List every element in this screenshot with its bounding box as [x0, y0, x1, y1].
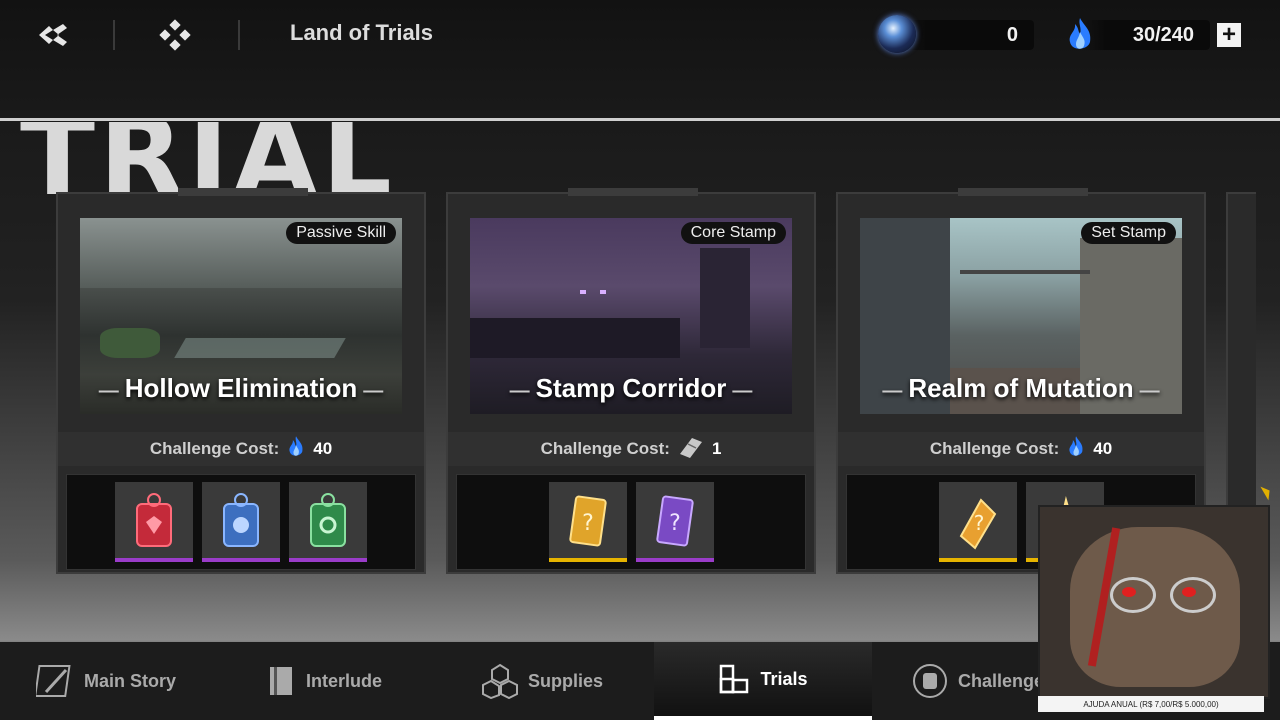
challenge-cost-label: Challenge Cost:	[929, 439, 1060, 458]
challenge-cost: Challenge Cost: 1	[448, 432, 814, 466]
reward-list: ? ?	[456, 474, 806, 570]
challenge-cost-value: 40	[313, 439, 333, 458]
tab-label: Interlude	[306, 670, 383, 691]
card-category-badge: Passive Skill	[286, 222, 396, 244]
title-dash-decoration: —	[732, 380, 753, 402]
tab-trials[interactable]: Trials	[654, 642, 872, 720]
energy-currency-value: 30/240	[1132, 24, 1194, 46]
orb-currency: 0	[900, 20, 1034, 50]
trial-card-stamp-corridor[interactable]: Core Stamp — Stamp Corridor — Challenge Co…	[446, 188, 816, 574]
title-dash-decoration: —	[509, 380, 530, 402]
tab-interlude[interactable]: Interlude	[266, 642, 382, 720]
tab-label: Supplies	[528, 670, 604, 691]
challenge-cost-label: Challenge Cost:	[149, 439, 280, 458]
reward-item[interactable]: ?	[548, 482, 627, 562]
rarity-bar	[289, 558, 367, 562]
purple-mystery-card-icon: ?	[655, 495, 694, 547]
blue-flame-icon	[1066, 16, 1094, 59]
menu-logo-icon[interactable]	[36, 20, 70, 50]
tab-label: Trials	[760, 668, 808, 689]
reward-item[interactable]	[115, 482, 193, 562]
card-top-tab	[178, 188, 308, 196]
tab-main-story[interactable]: Main Story	[36, 642, 176, 720]
tab-label: Challenge	[958, 670, 1045, 691]
trial-card-hollow-elimination[interactable]: Passive Skill — Hollow Elimination — Chall…	[56, 188, 426, 574]
ticket-icon	[678, 436, 704, 463]
divider	[113, 20, 115, 50]
blue-flame-icon	[1067, 435, 1085, 464]
energy-currency: 30/240	[1080, 20, 1210, 50]
card-scene-image: Passive Skill — Hollow Elimination —	[80, 218, 402, 414]
orb-currency-value: 0	[1006, 24, 1018, 46]
card-top-tab	[958, 188, 1088, 196]
reward-item[interactable]	[289, 482, 367, 562]
card-title-row: — Stamp Corridor —	[470, 373, 792, 404]
sword-icon	[36, 665, 71, 697]
grid-blocks-icon	[720, 664, 749, 694]
card-title-row: — Hollow Elimination —	[80, 373, 402, 404]
reward-list	[66, 474, 416, 570]
rarity-bar	[202, 558, 280, 562]
gold-mystery-card-icon: ?	[568, 495, 607, 547]
title-dash-decoration: —	[1139, 380, 1160, 402]
cubes-icon	[482, 663, 518, 699]
add-energy-button[interactable]: +	[1217, 23, 1241, 47]
card-scene-image: Set Stamp — Realm of Mutation —	[860, 218, 1182, 414]
home-diamond-icon[interactable]	[158, 19, 192, 51]
reward-item[interactable]: ?	[635, 482, 714, 562]
book-icon	[270, 667, 292, 695]
card-title-row: — Realm of Mutation —	[860, 373, 1182, 404]
reward-item[interactable]: ?	[938, 482, 1017, 562]
tab-supplies[interactable]: Supplies	[482, 642, 603, 720]
rarity-bar	[548, 558, 627, 562]
title-dash-decoration: —	[98, 380, 119, 402]
card-title: Realm of Mutation	[908, 373, 1134, 403]
card-title: Hollow Elimination	[124, 373, 358, 403]
top-bar: Land of Trials 0 30/240 +	[0, 0, 1280, 72]
page-title: Land of Trials	[290, 20, 434, 45]
challenge-cost: Challenge Cost: 40	[58, 432, 424, 466]
gold-mystery-stamp-icon: ?	[959, 498, 996, 550]
background-title-text: TRIAL	[20, 122, 396, 194]
challenge-cost-label: Challenge Cost:	[540, 439, 670, 458]
blue-flame-icon	[287, 435, 305, 464]
green-tag-icon	[310, 493, 346, 547]
card-category-badge: Core Stamp	[680, 222, 786, 244]
reward-item[interactable]	[202, 482, 280, 562]
donation-goal-banner: AJUDA ANUAL (R$ 7,00/R$ 5.000,00)	[1038, 696, 1264, 712]
divider	[238, 20, 240, 50]
rarity-bar	[635, 558, 714, 562]
header-divider-line	[0, 118, 1280, 121]
red-tag-icon	[136, 493, 172, 547]
challenge-cost-value: 40	[1093, 439, 1113, 458]
tab-label: Main Story	[84, 670, 177, 691]
card-category-badge: Set Stamp	[1081, 222, 1176, 244]
card-scene-image: Core Stamp — Stamp Corridor —	[470, 218, 792, 414]
svg-text:?: ?	[582, 511, 594, 536]
challenge-cost: Challenge Cost: 40	[838, 432, 1204, 466]
tab-challenge[interactable]: Challenge	[912, 642, 1044, 720]
orb-currency-icon	[878, 15, 916, 53]
card-title: Stamp Corridor	[535, 373, 727, 403]
card-top-tab	[568, 188, 698, 196]
blue-tag-icon	[223, 493, 259, 547]
fist-icon	[913, 664, 947, 698]
mouse-cursor-icon	[1260, 483, 1274, 501]
webcam-overlay	[1038, 505, 1270, 699]
rarity-bar	[115, 558, 193, 562]
title-dash-decoration: —	[882, 380, 903, 402]
svg-text:?: ?	[973, 511, 984, 535]
svg-text:?: ?	[669, 511, 681, 536]
challenge-cost-value: 1	[711, 439, 722, 458]
title-dash-decoration: —	[363, 380, 384, 402]
rarity-bar	[938, 558, 1017, 562]
